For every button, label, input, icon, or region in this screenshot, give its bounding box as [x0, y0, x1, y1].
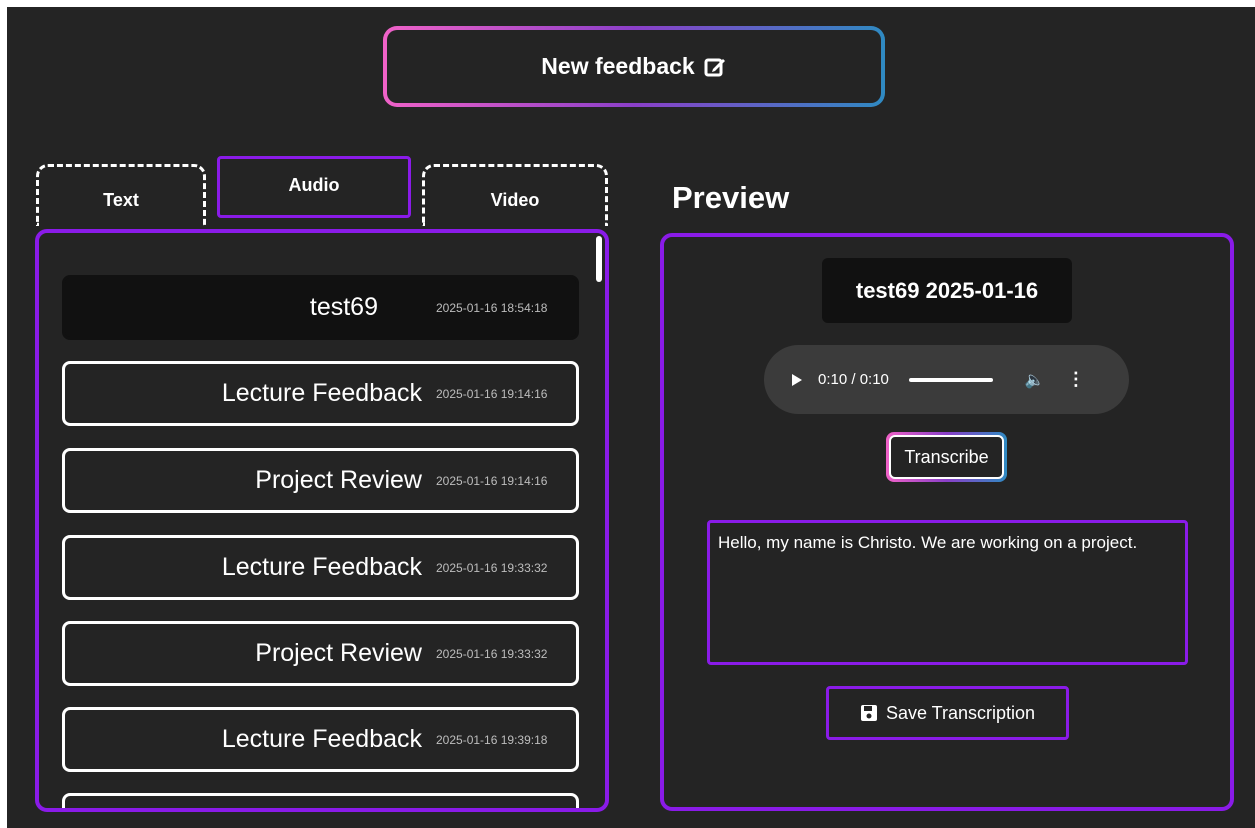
save-transcription-button[interactable]: Save Transcription: [826, 686, 1069, 740]
tab-audio[interactable]: Audio: [217, 156, 411, 218]
list-item-timestamp: 2025-01-16 19:14:16: [436, 386, 548, 401]
play-icon[interactable]: [792, 373, 802, 386]
list-item-title: test69: [309, 293, 378, 321]
list-item-timestamp: 2025-01-16 19:33:32: [436, 560, 548, 575]
transcribe-button[interactable]: Transcribe: [886, 432, 1007, 482]
list-item-timestamp: 2025-01-16 19:14:16: [436, 473, 548, 488]
list-item[interactable]: Lecture Feedback 2025-01-16 19:33:32: [62, 535, 579, 600]
more-options-icon[interactable]: ⋮: [1067, 369, 1085, 390]
list-item[interactable]: test69 2025-01-16 18:54:18: [62, 275, 579, 340]
list-item-title: Project Review: [255, 466, 422, 494]
new-feedback-label: New feedback: [541, 53, 695, 79]
tab-text[interactable]: Text: [36, 164, 206, 226]
audio-time: 0:10 / 0:10: [818, 371, 889, 388]
preview-heading: Preview: [672, 180, 790, 215]
preview-title: test69 2025-01-16: [822, 258, 1072, 323]
transcribe-label: Transcribe: [904, 446, 989, 467]
list-item-partial[interactable]: [62, 793, 579, 808]
list-item[interactable]: Lecture Feedback 2025-01-16 19:39:18: [62, 707, 579, 772]
list-item[interactable]: Project Review 2025-01-16 19:33:32: [62, 621, 579, 686]
volume-icon[interactable]: 🔈: [1025, 370, 1045, 390]
list-item-timestamp: 2025-01-16 19:39:18: [436, 732, 548, 747]
scrollbar-thumb[interactable]: [596, 236, 602, 282]
list-item[interactable]: Lecture Feedback 2025-01-16 19:14:16: [62, 361, 579, 426]
list-item-title: Lecture Feedback: [221, 725, 422, 753]
tab-video-label: Video: [490, 190, 540, 210]
audio-progress-bar[interactable]: [908, 377, 993, 382]
audio-player[interactable]: 0:10 / 0:10 🔈 ⋮: [764, 345, 1129, 414]
transcription-text: Hello, my name is Christo. We are workin…: [718, 533, 1138, 552]
new-feedback-button[interactable]: New feedback: [383, 26, 885, 107]
feedback-list[interactable]: test69 2025-01-16 18:54:18 Lecture Feedb…: [35, 229, 609, 812]
floppy-disk-icon: [860, 705, 877, 721]
list-item-title: Project Review: [255, 639, 422, 667]
list-item-timestamp: 2025-01-16 18:54:18: [436, 300, 548, 315]
list-item[interactable]: Project Review 2025-01-16 19:14:16: [62, 448, 579, 513]
save-transcription-label: Save Transcription: [885, 702, 1036, 723]
list-item-title: Lecture Feedback: [221, 553, 422, 581]
list-item-timestamp: 2025-01-16 19:33:32: [436, 646, 548, 661]
list-item-title: Lecture Feedback: [221, 379, 422, 407]
edit-icon: [704, 58, 725, 76]
tab-audio-label: Audio: [288, 174, 340, 195]
tab-video[interactable]: Video: [422, 164, 608, 226]
tab-text-label: Text: [103, 190, 139, 210]
transcription-textarea[interactable]: Hello, my name is Christo. We are workin…: [707, 520, 1188, 665]
